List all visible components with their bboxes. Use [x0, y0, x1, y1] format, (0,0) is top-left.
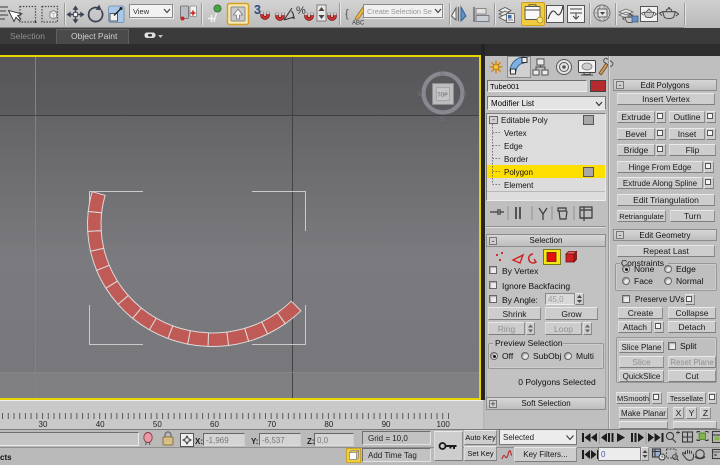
- svg-text:N: N: [440, 72, 444, 78]
- svg-text:S: S: [440, 117, 444, 123]
- svg-text:E: E: [463, 92, 467, 98]
- svg-text:TOP: TOP: [438, 93, 449, 99]
- svg-text:W: W: [417, 92, 423, 98]
